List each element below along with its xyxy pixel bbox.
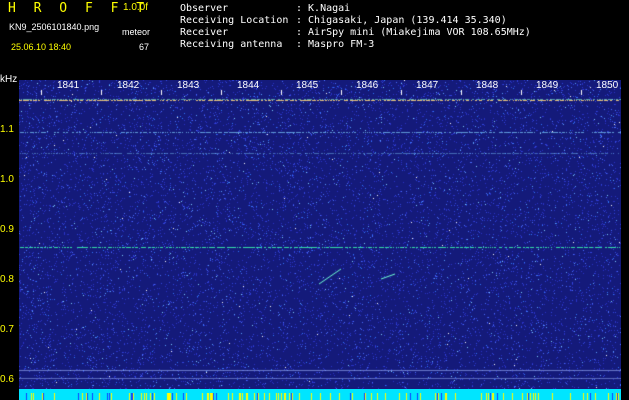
x-tick-label: 1841 xyxy=(57,80,80,91)
x-tick-label: 1848 xyxy=(476,80,499,91)
y-tick-label: 0.7 xyxy=(0,324,14,335)
datetime-label: 25.06.10 18:40 xyxy=(11,42,72,52)
version-label: 1.0.0f xyxy=(123,2,149,13)
x-tick-label: 1842 xyxy=(117,80,140,91)
signal-strength-marks xyxy=(19,393,621,400)
y-tick-label: 1.0 xyxy=(0,174,14,185)
observer-label: Observer xyxy=(180,3,229,14)
x-tick-label: 1846 xyxy=(356,80,379,91)
mode-value: 67 xyxy=(139,42,150,52)
location-label: Receiving Location xyxy=(180,15,289,26)
x-tick-label: 1844 xyxy=(237,80,260,91)
spectrogram-canvas xyxy=(19,80,621,389)
y-tick-label: 0.6 xyxy=(0,374,14,385)
receiver-value: : AirSpy mini (Miakejima VOR 108.65MHz) xyxy=(296,27,531,38)
antenna-label: Receiving antenna xyxy=(180,39,283,50)
x-tick-label: 1850 xyxy=(596,80,619,91)
spectrogram-noise xyxy=(19,80,621,389)
observer-value: : K.Nagai xyxy=(296,3,351,14)
x-tick-label: 1847 xyxy=(416,80,439,91)
y-tick-label: 0.9 xyxy=(0,224,14,235)
y-axis-unit: kHz xyxy=(0,74,18,85)
filename-label: KN9_2506101840.png xyxy=(9,22,100,32)
signal-strength-bar xyxy=(19,389,621,400)
x-tick-label: 1845 xyxy=(296,80,319,91)
y-tick-label: 0.8 xyxy=(0,274,14,285)
x-tick-label: 1849 xyxy=(536,80,559,91)
mode-label: meteor xyxy=(122,27,151,37)
location-value: : Chigasaki, Japan (139.414 35.340) xyxy=(296,15,507,26)
header-panel: H R O F F T 1.0.0f KN9_2506101840.png me… xyxy=(0,0,629,75)
y-tick-label: 1.1 xyxy=(0,124,14,135)
receiver-label: Receiver xyxy=(180,27,229,38)
x-tick-label: 1843 xyxy=(177,80,200,91)
antenna-value: : Maspro FM-3 xyxy=(296,39,375,50)
